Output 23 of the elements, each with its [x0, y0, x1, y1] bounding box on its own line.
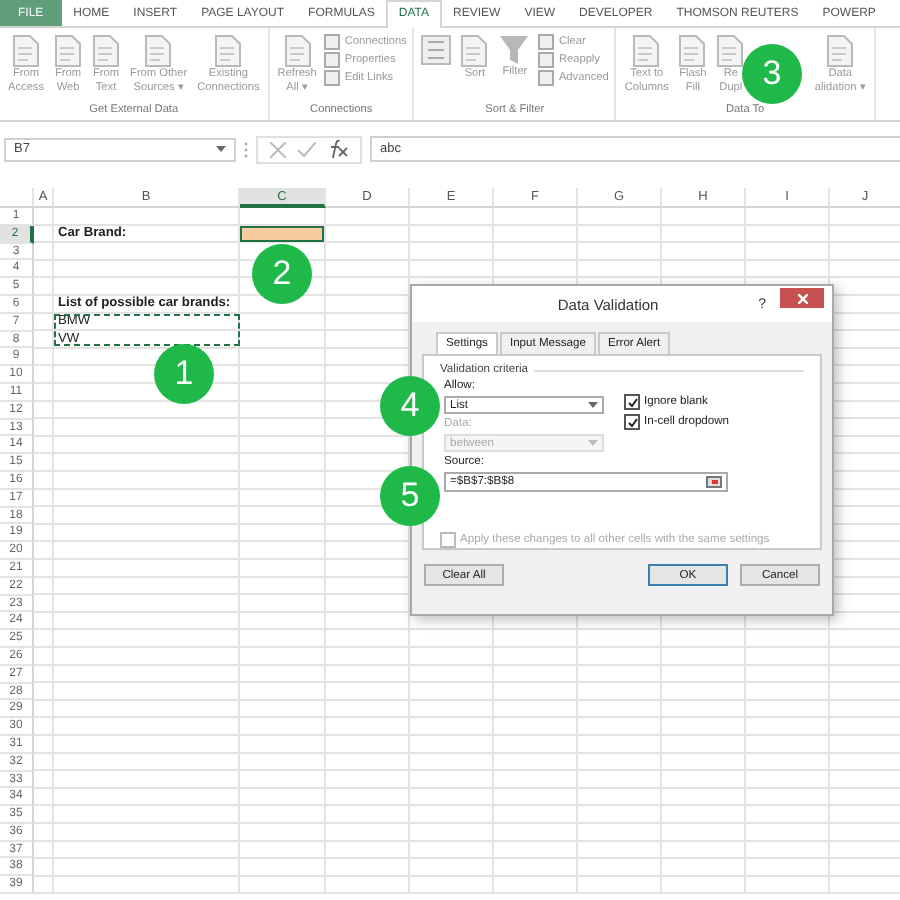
selected-cell[interactable] [240, 225, 324, 242]
document-icon [716, 34, 745, 68]
document-icon [460, 34, 489, 68]
document-icon [632, 34, 661, 68]
check-icon[interactable] [298, 141, 316, 157]
dropdown-arrow-icon [216, 146, 226, 152]
close-button[interactable] [780, 288, 824, 308]
checkbox[interactable] [624, 414, 640, 430]
close-icon [797, 293, 807, 303]
funnel-icon [498, 34, 531, 66]
function-icon[interactable] [328, 140, 348, 158]
document-icon [144, 34, 173, 68]
document-icon [12, 34, 41, 68]
document-icon [54, 34, 83, 68]
document-icon [214, 34, 243, 68]
document-icon [283, 34, 312, 68]
checkbox[interactable] [624, 394, 640, 410]
document-icon [92, 34, 121, 68]
dropdown-arrow-icon [588, 440, 598, 446]
dropdown-arrow-icon [588, 402, 598, 408]
range-picker-icon[interactable] [706, 476, 722, 488]
document-icon [826, 34, 855, 68]
document-icon [678, 34, 707, 68]
